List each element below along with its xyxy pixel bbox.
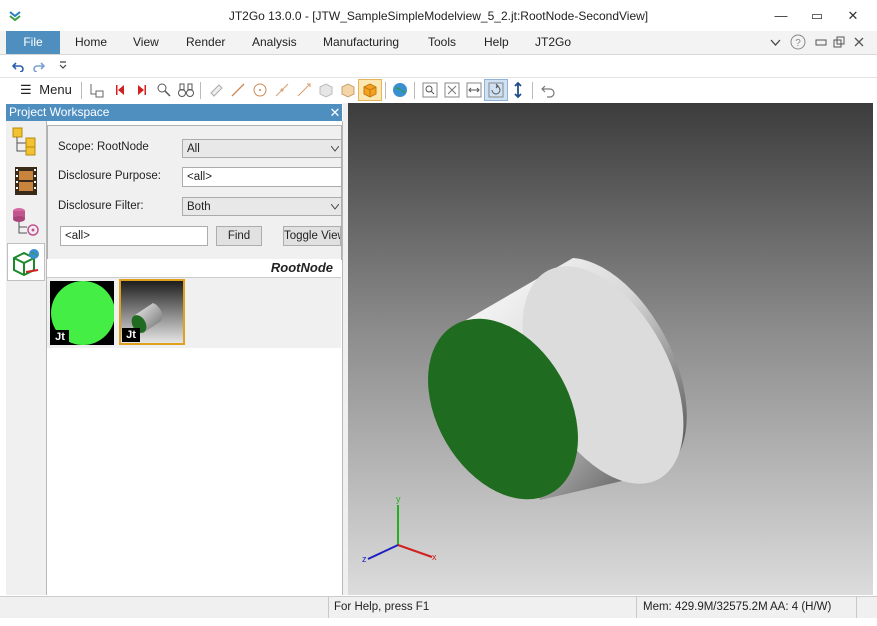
x-axis xyxy=(397,544,433,558)
menu-button-label: Menu xyxy=(39,82,72,97)
search-part-icon[interactable] xyxy=(155,81,173,99)
search-input[interactable]: <all> xyxy=(60,226,208,246)
workspace-close-button[interactable]: ✕ xyxy=(328,104,342,121)
toolbar-separator xyxy=(414,82,415,99)
structure-select-icon[interactable] xyxy=(88,81,106,99)
scope-select[interactable]: All xyxy=(182,139,342,158)
purpose-label: Disclosure Purpose: xyxy=(58,170,161,182)
pan-horizontal-icon[interactable] xyxy=(465,81,483,99)
zoom-vertical-icon[interactable] xyxy=(509,81,527,99)
jt-badge: Jt xyxy=(51,330,69,344)
measure-tag-icon[interactable] xyxy=(207,81,225,99)
disclosure-filter-box: Scope: RootNode All Disclosure Purpose: … xyxy=(47,125,342,260)
status-memory: Mem: 429.9M/32575.2M xyxy=(643,601,768,613)
rotate-icon[interactable] xyxy=(487,81,505,99)
jt-badge: Jt xyxy=(122,328,140,342)
menu-jt2go[interactable]: JT2Go xyxy=(535,31,571,54)
next-icon[interactable] xyxy=(132,81,150,99)
toolbar-separator xyxy=(200,82,201,99)
menu-manufacturing[interactable]: Manufacturing xyxy=(323,31,399,54)
doc-minimize-icon[interactable] xyxy=(815,37,827,47)
menu-file[interactable]: File xyxy=(6,31,60,54)
z-axis-label: z xyxy=(362,554,367,564)
project-workspace-header: Project Workspace ✕ xyxy=(6,104,342,121)
zoom-area-icon[interactable] xyxy=(421,81,439,99)
menu-analysis[interactable]: Analysis xyxy=(252,31,297,54)
circle-measure-icon[interactable] xyxy=(251,81,269,99)
minimize-button[interactable]: — xyxy=(766,6,796,26)
window-bottom-edge xyxy=(0,618,877,626)
customize-qa-icon[interactable] xyxy=(58,60,68,70)
toolbar-separator xyxy=(385,82,386,99)
box-white-icon[interactable] xyxy=(317,81,335,99)
help-icon[interactable]: ? xyxy=(790,34,806,50)
toggle-view-button[interactable]: Toggle View xyxy=(283,226,341,246)
filter-select-value: Both xyxy=(187,201,211,213)
toolbar-separator xyxy=(532,82,533,99)
svg-text:?: ? xyxy=(795,38,801,49)
title-bar: JT2Go 13.0.0 - [JTW_SampleSimpleModelvie… xyxy=(0,0,877,31)
x-axis-label: x xyxy=(432,552,437,562)
quick-access-bar xyxy=(0,55,877,78)
doc-restore-icon[interactable] xyxy=(833,36,845,48)
chevron-down-icon xyxy=(331,204,339,210)
reset-view-icon[interactable] xyxy=(539,81,557,99)
line-measure-icon[interactable] xyxy=(229,81,247,99)
find-button[interactable]: Find xyxy=(216,226,262,246)
restore-button[interactable]: ▭ xyxy=(802,6,832,26)
box-tan-icon[interactable] xyxy=(339,81,357,99)
status-help-text: For Help, press F1 xyxy=(334,601,430,613)
scope-select-value: All xyxy=(187,143,200,155)
y-axis-label: y xyxy=(396,494,401,504)
chevron-down-icon xyxy=(331,146,339,152)
globe-icon[interactable] xyxy=(391,81,409,99)
window-title: JT2Go 13.0.0 - [JTW_SampleSimpleModelvie… xyxy=(228,9,649,23)
film-strip-icon[interactable] xyxy=(10,165,42,197)
menu-bar: File Home View Render Analysis Manufactu… xyxy=(0,31,877,55)
workspace-side-tabs xyxy=(6,121,47,595)
scope-label: Scope: RootNode xyxy=(58,141,149,153)
box-orange-icon[interactable] xyxy=(361,81,379,99)
menu-tools[interactable]: Tools xyxy=(428,31,456,54)
hamburger-icon: ☰ xyxy=(20,82,32,97)
previous-icon[interactable] xyxy=(112,81,130,99)
menu-home[interactable]: Home xyxy=(75,31,107,54)
status-divider xyxy=(856,597,857,619)
fit-all-icon[interactable] xyxy=(443,81,461,99)
node-header: RootNode xyxy=(47,259,341,278)
project-workspace-title: Project Workspace xyxy=(9,105,110,119)
modelview-icon[interactable] xyxy=(10,246,42,278)
database-tree-icon[interactable] xyxy=(10,205,42,237)
ribbon-collapse-icon[interactable] xyxy=(770,37,781,48)
node-label: RootNode xyxy=(270,260,333,275)
binoculars-icon[interactable] xyxy=(177,81,195,99)
status-bar: For Help, press F1 Mem: 429.9M/32575.2M … xyxy=(0,596,877,619)
menu-help[interactable]: Help xyxy=(484,31,509,54)
undo-icon[interactable] xyxy=(12,60,24,72)
modelview-thumbnail[interactable]: Jt xyxy=(50,281,114,345)
main-toolbar: ☰ Menu xyxy=(0,78,877,103)
edge-measure-icon[interactable] xyxy=(295,81,313,99)
modelview-thumbnails: Jt Jt xyxy=(47,278,341,348)
3d-viewport[interactable]: y x z xyxy=(348,103,873,595)
point-measure-icon[interactable] xyxy=(273,81,291,99)
close-button[interactable]: ✕ xyxy=(838,6,868,26)
redo-icon[interactable] xyxy=(33,60,45,72)
menu-view[interactable]: View xyxy=(133,31,159,54)
filter-select[interactable]: Both xyxy=(182,197,342,216)
menu-render[interactable]: Render xyxy=(186,31,225,54)
z-axis xyxy=(367,544,399,560)
status-divider xyxy=(636,597,637,619)
modelview-panel: Scope: RootNode All Disclosure Purpose: … xyxy=(47,121,343,595)
filter-label: Disclosure Filter: xyxy=(58,200,144,212)
status-antialias: AA: 4 (H/W) xyxy=(770,601,832,613)
status-divider xyxy=(328,597,329,619)
toolbar-separator xyxy=(81,82,82,99)
purpose-input[interactable]: <all> xyxy=(182,167,342,187)
doc-close-icon[interactable] xyxy=(853,36,865,48)
menu-button[interactable]: ☰ Menu xyxy=(20,82,72,98)
modelview-thumbnail-selected[interactable]: Jt xyxy=(119,279,185,345)
assembly-tree-icon[interactable] xyxy=(10,125,42,157)
